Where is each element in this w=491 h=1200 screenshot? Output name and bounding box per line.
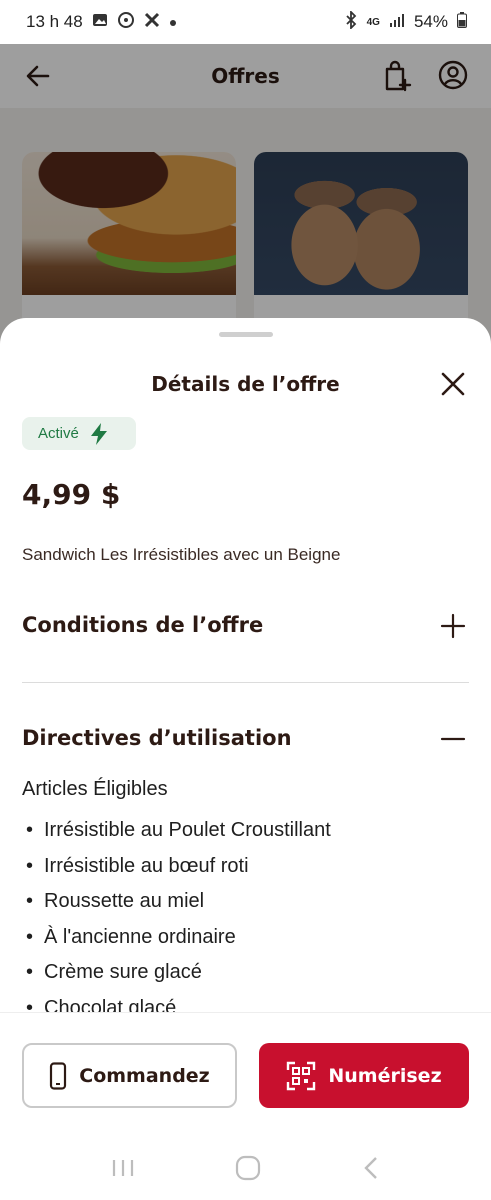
close-icon[interactable] [440, 371, 466, 397]
scan-button-label: Numérisez [328, 1064, 442, 1087]
eligible-items-heading: Articles Éligibles [22, 778, 168, 800]
signal-icon [389, 12, 405, 33]
status-badge: Activé [22, 417, 136, 450]
eligible-items-list: • Irrésistible au Poulet Croustillant • Ir… [22, 813, 331, 1026]
order-button-label: Commandez [79, 1064, 210, 1087]
usage-section-header[interactable]: Directives d’utilisation [22, 726, 292, 750]
list-item: • À l'ancienne ordinaire [26, 925, 236, 948]
battery-icon [457, 11, 467, 33]
status-badge-label: Activé [38, 425, 79, 442]
plus-icon[interactable] [440, 613, 466, 639]
list-item: • Irrésistible au bœuf roti [26, 854, 249, 877]
recent-apps-icon[interactable] [110, 1157, 136, 1184]
system-nav-bar [0, 1140, 491, 1200]
sheet-title: Détails de l’offre [151, 372, 340, 396]
scan-button[interactable]: Numérisez [259, 1043, 469, 1108]
x-app-icon [144, 12, 160, 33]
minus-icon[interactable] [440, 726, 466, 752]
list-item: • Irrésistible au Poulet Croustillant [26, 819, 331, 842]
list-item: • Crème sure glacé [26, 961, 202, 984]
offer-description: Sandwich Les Irrésistibles avec un Beign… [22, 545, 341, 564]
status-bar: 13 h 48 4G 54% [0, 0, 491, 44]
notification-dot-icon [169, 12, 177, 32]
status-time: 13 h 48 [26, 12, 83, 31]
order-button[interactable]: Commandez [22, 1043, 237, 1108]
status-bar-right: 4G 54% [344, 9, 467, 34]
offer-price: 4,99 $ [22, 478, 121, 511]
gallery-icon [92, 12, 108, 33]
status-bar-left: 13 h 48 [26, 11, 177, 34]
list-item: • Roussette au miel [26, 890, 205, 913]
phone-icon [50, 1061, 67, 1090]
drag-handle[interactable] [219, 332, 273, 337]
bluetooth-icon [344, 9, 358, 34]
back-nav-icon[interactable] [361, 1155, 381, 1186]
conditions-section-header[interactable]: Conditions de l’offre [22, 613, 263, 637]
pinwheel-icon [117, 11, 135, 34]
section-divider [22, 682, 469, 683]
network-type: 4G [366, 16, 380, 28]
lightning-icon [90, 422, 107, 445]
home-icon[interactable] [235, 1155, 261, 1186]
battery-percent: 54% [413, 12, 448, 31]
qr-scan-icon [287, 1061, 316, 1090]
